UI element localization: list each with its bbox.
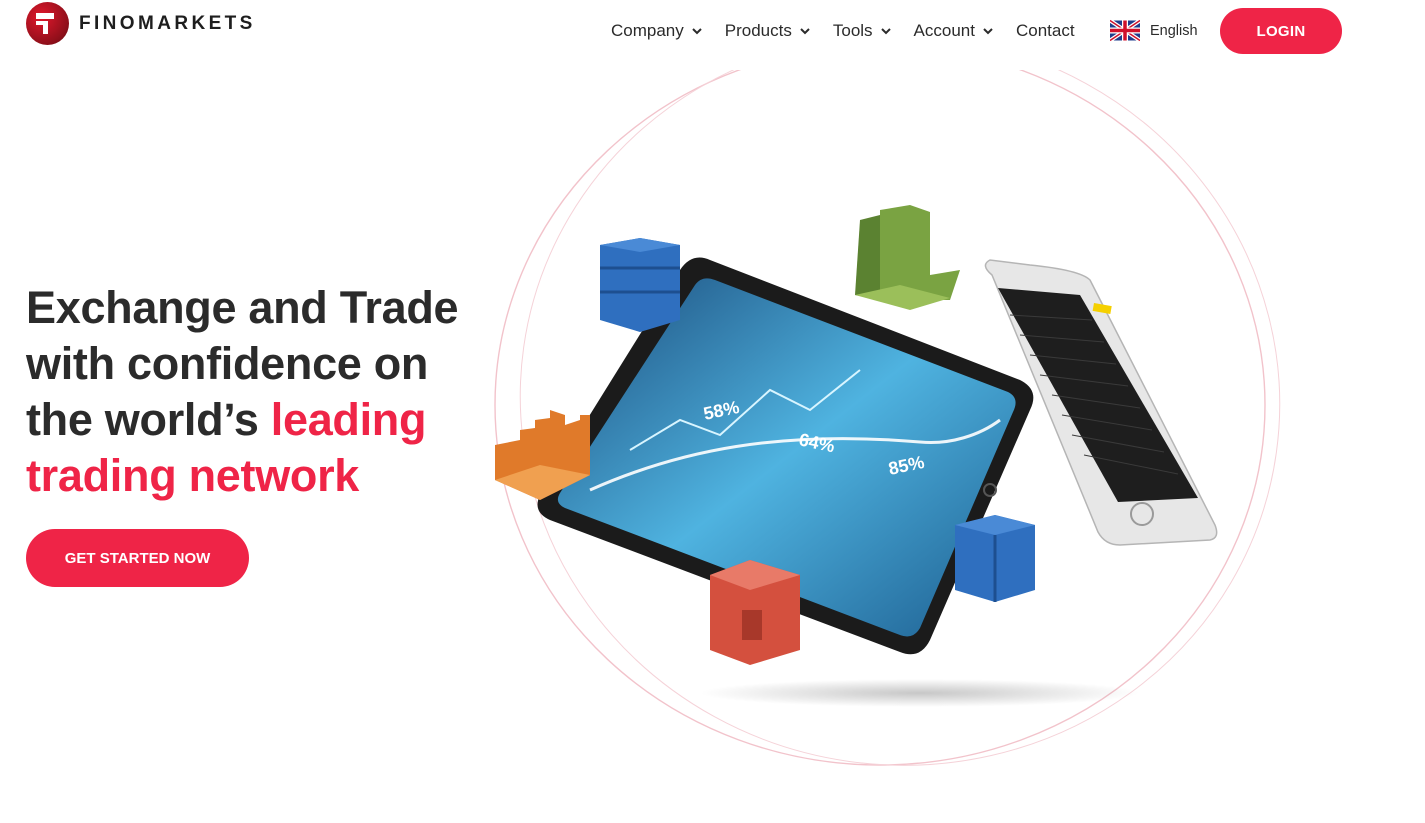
main-nav: Company Products Tools Account Contact [611, 20, 1075, 42]
hero-heading: Exchange and Trade with confidence on th… [26, 280, 496, 504]
nav-tools-label: Tools [832, 21, 873, 40]
nav-account[interactable]: Account [914, 20, 994, 42]
brand-logo[interactable]: FINOMARKETS [26, 2, 256, 45]
nav-company[interactable]: Company [611, 20, 703, 42]
cylinder-cube-icon [955, 515, 1035, 602]
floor-shadow [700, 679, 1140, 707]
language-selector[interactable]: English [1110, 19, 1198, 42]
site-header: FINOMARKETS Company Products Tools Accou… [0, 0, 1425, 64]
nav-products[interactable]: Products [725, 20, 811, 42]
hero-illustration: 58% 64% 85% [494, 70, 1281, 766]
nav-contact[interactable]: Contact [1016, 20, 1075, 42]
brand-name: FINOMARKETS [79, 12, 256, 34]
storage-cube-icon [710, 560, 800, 665]
nav-company-label: Company [611, 21, 684, 40]
nav-tools[interactable]: Tools [833, 20, 892, 42]
hero-line-1: Exchange and Trade [26, 282, 459, 333]
login-button[interactable]: LOGIN [1220, 8, 1342, 54]
chevron-down-icon [983, 28, 993, 35]
chevron-down-icon [692, 28, 702, 35]
chevron-down-icon [880, 28, 891, 35]
hero-line-3: the world’s [26, 394, 271, 445]
building-cube-icon [855, 205, 960, 310]
hero-line-2: with confidence on [26, 338, 429, 389]
hero-line-4-accent: trading network [26, 450, 360, 501]
chevron-down-icon [800, 28, 810, 35]
database-cube-icon [600, 238, 680, 332]
nav-products-label: Products [724, 21, 792, 40]
language-label: English [1150, 22, 1198, 39]
uk-flag-icon [1110, 19, 1140, 42]
get-started-button[interactable]: GET STARTED NOW [26, 529, 249, 587]
nav-account-label: Account [913, 21, 975, 40]
logo-icon [26, 2, 69, 45]
hero-line-3-accent: leading [270, 394, 427, 445]
